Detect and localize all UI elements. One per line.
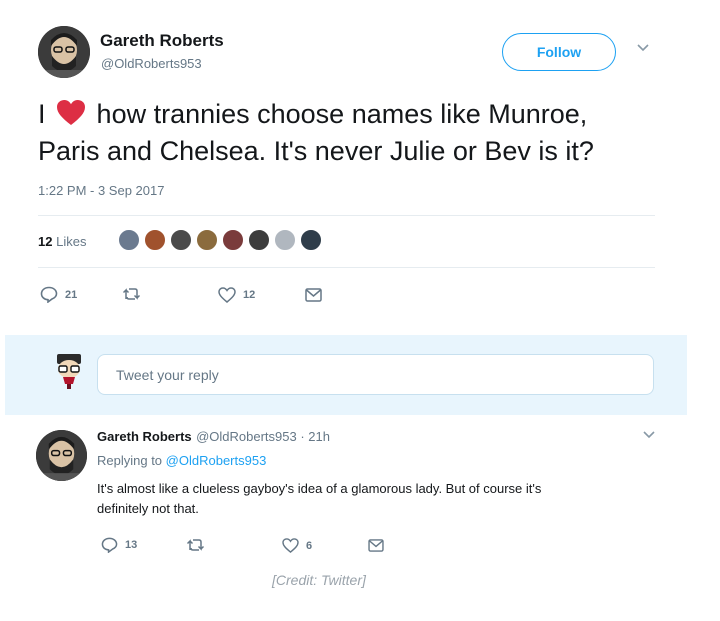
reply-author-handle-time[interactable]: @OldRoberts953 · 21h bbox=[196, 429, 330, 444]
likes-count: 12 bbox=[38, 234, 53, 249]
heart-icon bbox=[282, 538, 299, 553]
replying-to-prefix: Replying to bbox=[97, 453, 163, 468]
liker-avatars bbox=[118, 229, 322, 255]
reply-icon bbox=[40, 286, 58, 303]
follow-button[interactable]: Follow bbox=[502, 33, 616, 71]
image-credit: [Credit: Twitter] bbox=[272, 572, 366, 588]
liker-avatar[interactable] bbox=[222, 229, 244, 251]
tweet-timestamp[interactable]: 1:22 PM - 3 Sep 2017 bbox=[38, 183, 164, 198]
viewer-avatar bbox=[53, 352, 85, 390]
reply-reply-action[interactable]: 13 bbox=[101, 537, 137, 553]
reply-text-line1: It's almost like a clueless gayboy's ide… bbox=[97, 481, 542, 496]
reply-dm-action[interactable] bbox=[368, 539, 384, 552]
author-name[interactable]: Gareth Roberts bbox=[100, 31, 224, 51]
follow-button-label: Follow bbox=[536, 44, 582, 60]
tweet-text-line1-rest: how trannies choose names like Munroe, bbox=[96, 99, 588, 129]
reply-like-count: 6 bbox=[306, 539, 313, 552]
tweet-text-line1: I how trannies choose names like Munroe, bbox=[38, 96, 698, 133]
liker-avatar[interactable] bbox=[144, 229, 166, 251]
divider bbox=[38, 267, 655, 268]
liker-avatar[interactable] bbox=[170, 229, 192, 251]
reply-like-action[interactable]: 6 bbox=[282, 538, 312, 553]
author-avatar[interactable] bbox=[38, 26, 90, 78]
tweet-text: I how trannies choose names like Munroe,… bbox=[38, 96, 698, 170]
reply-text: It's almost like a clueless gayboy's ide… bbox=[97, 479, 657, 519]
dm-action[interactable] bbox=[305, 288, 322, 302]
liker-avatar[interactable] bbox=[196, 229, 218, 251]
likes-label: Likes bbox=[56, 234, 87, 249]
retweet-icon bbox=[122, 287, 142, 301]
reply-reply-count: 13 bbox=[125, 539, 138, 551]
reply-chevron-down-icon[interactable] bbox=[643, 431, 655, 439]
reply-retweet-action[interactable] bbox=[186, 538, 206, 552]
replying-to-handle-link[interactable]: @OldRoberts953 bbox=[166, 453, 267, 468]
like-count: 12 bbox=[243, 289, 256, 301]
retweet-action[interactable] bbox=[122, 287, 142, 301]
heart-icon bbox=[218, 287, 236, 303]
reply-action[interactable]: 21 bbox=[40, 286, 77, 303]
liker-avatar[interactable] bbox=[274, 229, 296, 251]
divider bbox=[38, 215, 655, 216]
reply-header: Gareth Roberts @OldRoberts953 · 21h bbox=[97, 428, 330, 446]
reply-count: 21 bbox=[65, 288, 78, 301]
retweet-icon bbox=[186, 538, 206, 552]
reply-author-avatar[interactable] bbox=[36, 430, 87, 481]
reply-input[interactable]: Tweet your reply bbox=[97, 354, 654, 395]
liker-avatar[interactable] bbox=[118, 229, 140, 251]
reply-author-name[interactable]: Gareth Roberts bbox=[97, 429, 192, 444]
like-action[interactable]: 12 bbox=[218, 287, 255, 303]
reply-icon bbox=[101, 537, 118, 553]
liker-avatar[interactable] bbox=[248, 229, 270, 251]
chevron-down-icon[interactable] bbox=[637, 44, 649, 52]
replying-to: Replying to @OldRoberts953 bbox=[97, 453, 266, 468]
red-heart-emoji-icon bbox=[56, 99, 86, 126]
reply-input-placeholder: Tweet your reply bbox=[116, 366, 219, 383]
author-handle[interactable]: @OldRoberts953 bbox=[101, 56, 202, 71]
dm-icon bbox=[305, 288, 322, 302]
reply-text-line2: definitely not that. bbox=[97, 501, 199, 516]
tweet-text-line2: Paris and Chelsea. It's never Julie or B… bbox=[38, 136, 594, 166]
tweet-text-prefix: I bbox=[38, 99, 46, 129]
likes-stat[interactable]: 12 Likes bbox=[38, 234, 86, 249]
liker-avatar[interactable] bbox=[300, 229, 322, 251]
dm-icon bbox=[368, 539, 384, 552]
